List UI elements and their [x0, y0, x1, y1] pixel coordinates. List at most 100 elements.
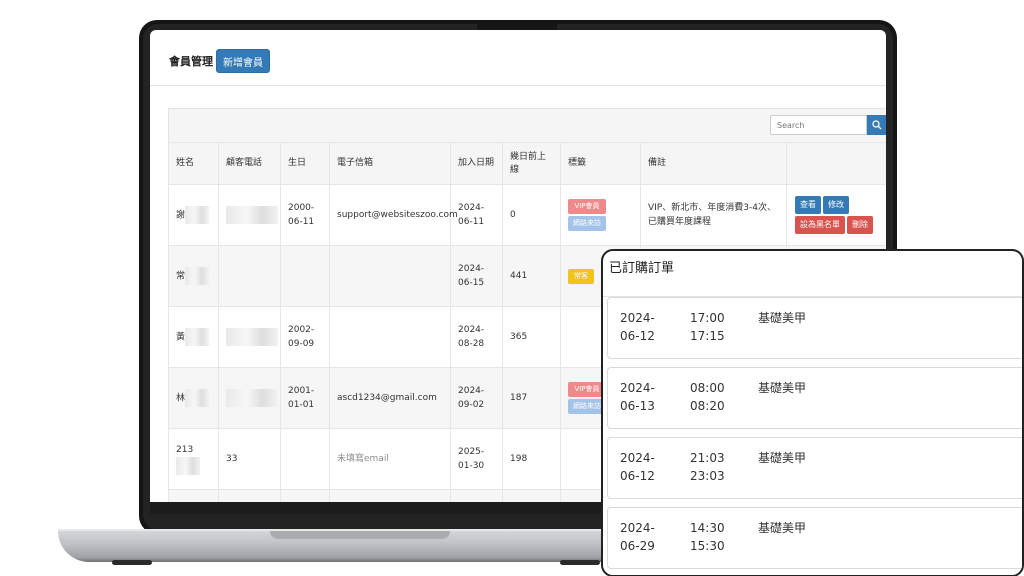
member-name: 謝 [176, 210, 186, 221]
cell-phone: 33 [218, 428, 281, 490]
cell-joined: 2024-09-02 [450, 367, 503, 429]
order-date: 2024- 06-12 [620, 311, 655, 343]
order-service: 基礎美甲 [758, 381, 807, 395]
search-button[interactable] [867, 115, 886, 135]
order-end: 15:30 [690, 539, 725, 553]
cell-birthday: 2001-01-01 [280, 367, 330, 429]
order-date: 2024- 06-12 [620, 451, 655, 483]
member-name: 常 [176, 271, 186, 282]
cell-email: 未填寫email [329, 428, 451, 490]
edit-button[interactable]: 修改 [823, 196, 849, 214]
view-button[interactable]: 查看 [795, 196, 821, 214]
table-header-row: 姓名 顧客電話 生日 電子信箱 加入日期 幾日前上線 標籤 備註 [168, 142, 886, 185]
laptop-foot-left [112, 560, 152, 565]
delete-button[interactable]: 刪除 [847, 216, 873, 234]
cell-joined: 2025-01-30 [450, 428, 503, 490]
order-start: 08:00 [690, 381, 725, 395]
cell-phone [218, 367, 281, 429]
cell-name: 213 [168, 428, 219, 490]
cell-tags: VIP會員 網路來訪 [560, 184, 641, 246]
redacted-name [176, 457, 200, 475]
col-actions [786, 142, 886, 185]
cell-name: 謝 [168, 184, 219, 246]
cell-days: 365 [502, 306, 561, 368]
cell-phone [218, 184, 281, 246]
redacted-name [185, 267, 210, 285]
order-time: 14:30 15:30 [690, 519, 725, 555]
order-end: 08:20 [690, 399, 725, 413]
cell-email: support@websiteszoo.com [329, 184, 458, 246]
laptop-foot-right [560, 560, 600, 565]
order-item[interactable]: 2024- 06-13 08:00 08:20 基礎美甲 [607, 367, 1022, 429]
redacted-name [185, 206, 210, 224]
order-item[interactable]: 2024- 06-12 17:00 17:15 基礎美甲 [607, 297, 1022, 359]
cell-days: 187 [502, 367, 561, 429]
cell-email [329, 306, 451, 368]
member-name: 林 [176, 393, 186, 404]
cell-birthday: 2000-06-11 [280, 184, 330, 246]
cell-joined: 2024-06-15 [450, 245, 503, 307]
redacted-phone [226, 389, 278, 407]
order-end: 17:15 [690, 329, 725, 343]
order-date: 2024- 06-13 [620, 381, 655, 413]
stage: 會員管理 新增會員 姓名 顧客電話 生日 [0, 0, 1024, 576]
cell-name: 林 [168, 367, 219, 429]
cell-days: 0 [502, 184, 561, 246]
col-tags[interactable]: 標籤 [560, 142, 641, 185]
col-note[interactable]: 備註 [640, 142, 787, 185]
col-last-online[interactable]: 幾日前上線 [502, 142, 561, 185]
order-time: 08:00 08:20 [690, 379, 725, 415]
order-start: 14:30 [690, 521, 725, 535]
orders-header: 已訂購訂單 [603, 251, 1022, 297]
cell-actions: 查看 修改 設為黑名單 刪除 [786, 184, 886, 246]
laptop-base-groove [270, 531, 450, 539]
cell-phone [218, 306, 281, 368]
order-service: 基礎美甲 [758, 311, 807, 325]
search-input[interactable] [770, 115, 867, 135]
cell-name: 常 [168, 245, 219, 307]
redacted-phone [226, 206, 278, 224]
cell-birthday [280, 428, 330, 490]
order-time: 21:03 23:03 [690, 449, 725, 485]
order-start: 21:03 [690, 451, 725, 465]
redacted-name [185, 389, 210, 407]
order-item[interactable]: 2024- 06-12 21:03 23:03 基礎美甲 [607, 437, 1022, 499]
redacted-phone [226, 328, 278, 346]
cell-phone [218, 245, 281, 307]
orders-panel: 已訂購訂單 2024- 06-12 17:00 17:15 基礎美甲 2024- 06… [601, 249, 1024, 576]
cell-days: 441 [502, 245, 561, 307]
regular-tag: 常客 [568, 268, 594, 284]
search-icon [872, 120, 882, 130]
page-title: 會員管理 [169, 55, 213, 68]
cell-name: 黃 [168, 306, 219, 368]
member-name: 213 [176, 445, 194, 455]
blacklist-button[interactable]: 設為黑名單 [795, 216, 845, 234]
member-name: 黃 [176, 332, 186, 343]
order-service: 基礎美甲 [758, 521, 807, 535]
orders-title: 已訂購訂單 [609, 261, 675, 276]
order-time: 17:00 17:15 [690, 309, 725, 345]
vip-tag: VIP會員 [568, 199, 606, 214]
cell-joined: 2024-08-28 [450, 306, 503, 368]
page-header: 會員管理 新增會員 [150, 30, 886, 86]
add-member-button[interactable]: 新增會員 [216, 49, 270, 73]
cell-joined: 2024-06-11 [450, 184, 503, 246]
cell-email: ascd1234@gmail.com [329, 367, 451, 429]
online-visit-tag: 網路來訪 [568, 216, 606, 231]
order-item[interactable]: 2024- 06-29 14:30 15:30 基礎美甲 [607, 507, 1022, 569]
order-date: 2024- 06-29 [620, 521, 655, 553]
cell-note: VIP、新北市、年度消費3-4次、已購買年度課程 [640, 184, 787, 246]
col-joined[interactable]: 加入日期 [450, 142, 503, 185]
search-bar [770, 115, 886, 135]
col-email[interactable]: 電子信箱 [329, 142, 451, 185]
order-end: 23:03 [690, 469, 725, 483]
col-name[interactable]: 姓名 [168, 142, 219, 185]
cell-birthday [280, 245, 330, 307]
cell-email [329, 245, 451, 307]
table-row: 謝 2000-06-11 support@websiteszoo.com 202… [168, 184, 886, 246]
cell-birthday: 2002-09-09 [280, 306, 330, 368]
redacted-name [185, 328, 210, 346]
col-phone[interactable]: 顧客電話 [218, 142, 281, 185]
col-birthday[interactable]: 生日 [280, 142, 330, 185]
cell-days: 198 [502, 428, 561, 490]
